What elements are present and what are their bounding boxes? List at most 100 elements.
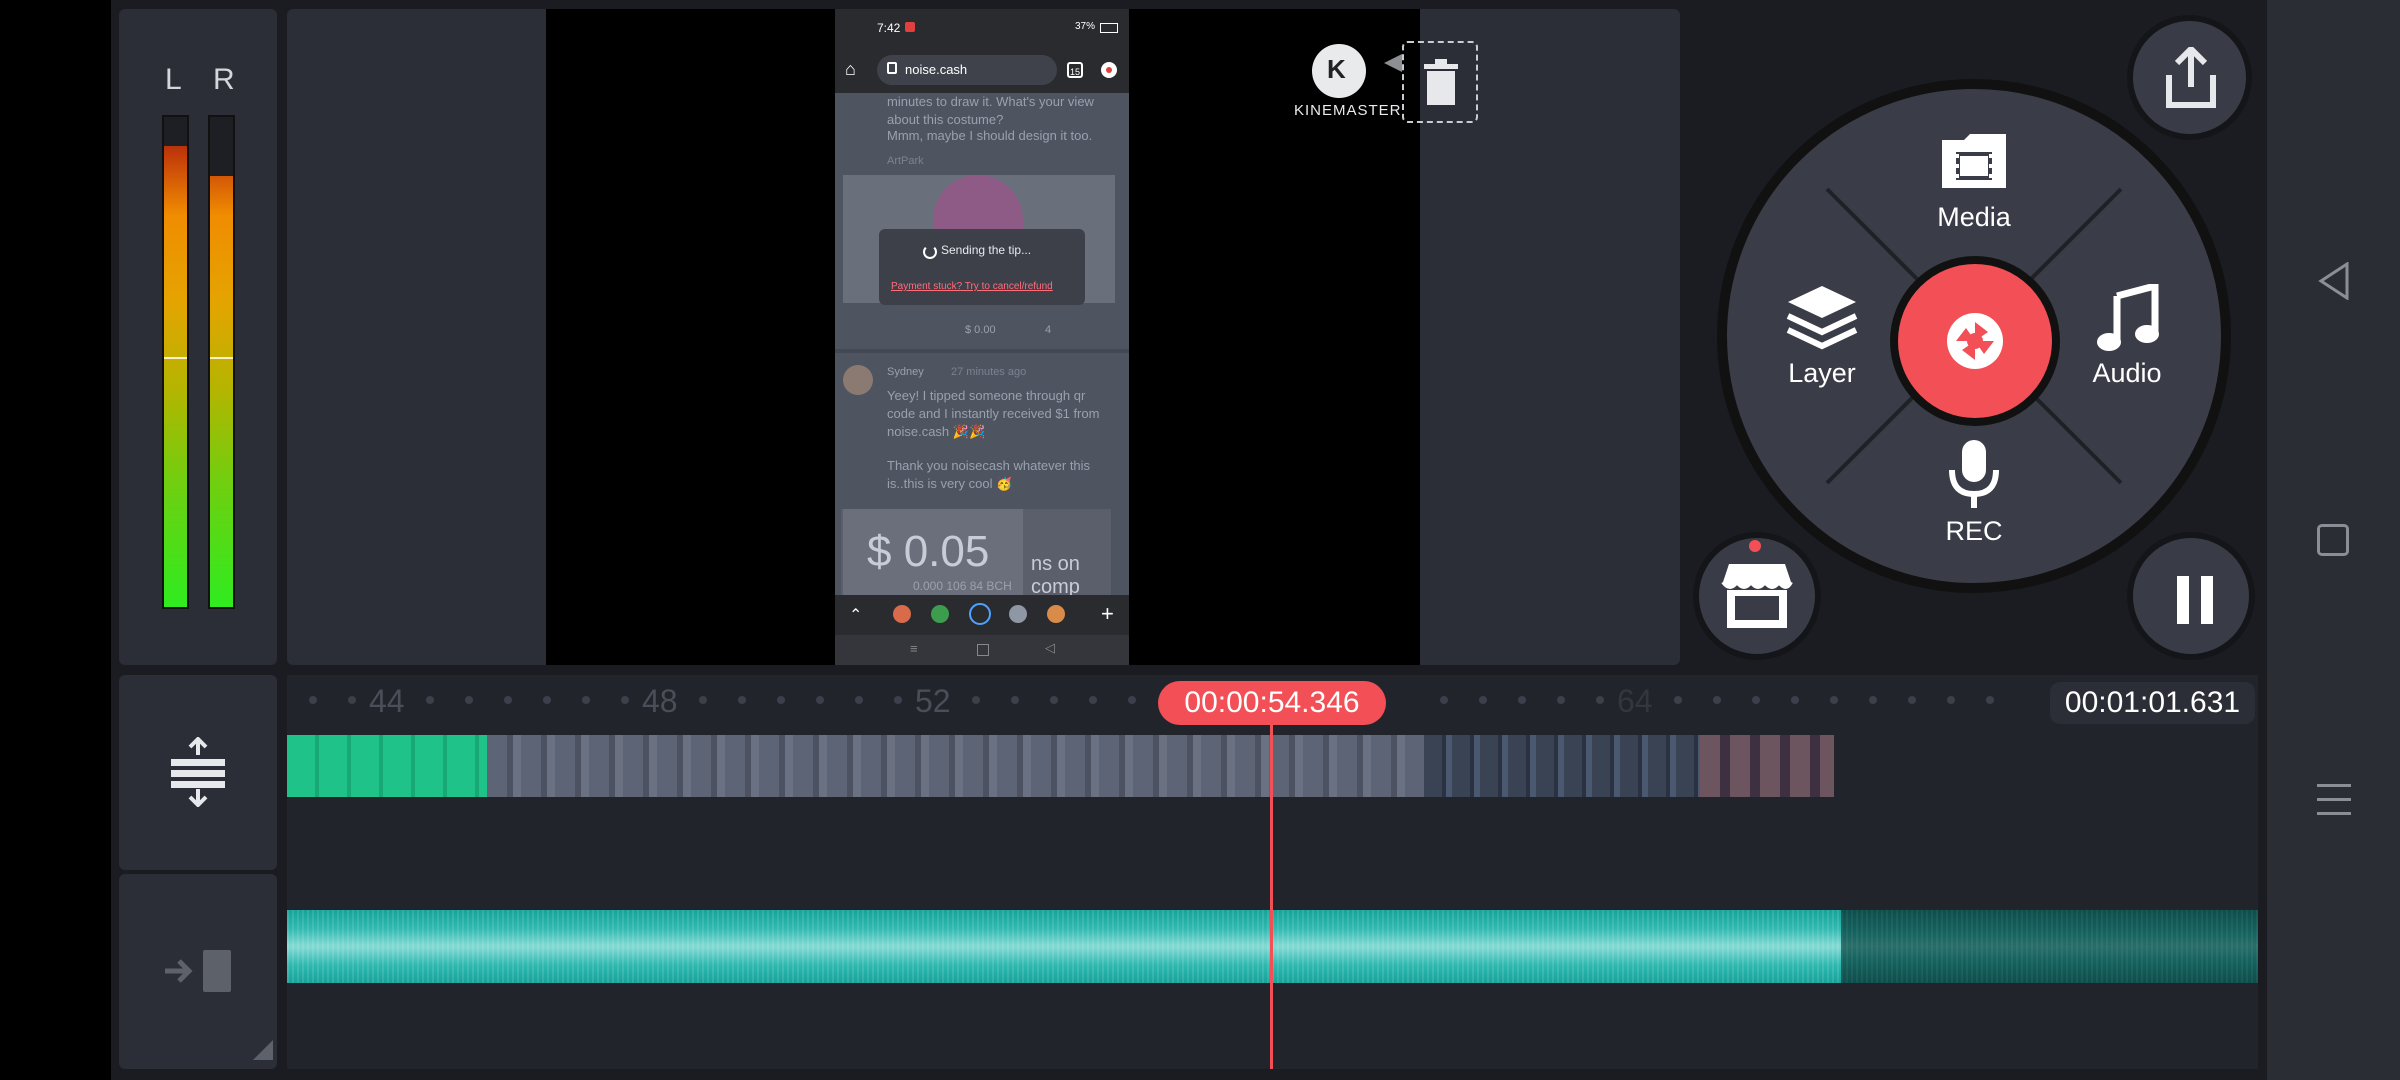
nav-home-icon[interactable] xyxy=(2317,524,2349,556)
meter-right-mask xyxy=(210,117,233,176)
media-button[interactable]: Media xyxy=(1914,128,2034,238)
ruler-tick xyxy=(1713,696,1721,704)
camera-shutter-icon xyxy=(1947,313,2003,369)
ruler-tick xyxy=(1011,696,1019,704)
video-clip-4[interactable] xyxy=(1700,735,1834,797)
ruler-tick xyxy=(1479,696,1487,704)
tab-count: 15 xyxy=(1067,62,1083,78)
current-time: 00:00:54.346 xyxy=(1158,681,1386,725)
ruler-tick xyxy=(816,696,824,704)
phone-menu-icon: ≡ xyxy=(910,641,918,656)
ruler-tick xyxy=(738,696,746,704)
ruler-tick xyxy=(582,696,590,704)
comment-avatar xyxy=(843,365,873,395)
comment-author: Sydney xyxy=(887,366,924,378)
meter-left-label: L xyxy=(165,63,182,96)
ruler-tick xyxy=(1752,696,1760,704)
meter-right-bar xyxy=(208,115,235,609)
audio-clip-tail[interactable] xyxy=(1841,910,2258,983)
ruler-tick xyxy=(972,696,980,704)
ruler-tick xyxy=(1947,696,1955,704)
app-icon-1 xyxy=(893,605,911,623)
pause-button[interactable] xyxy=(2127,532,2255,660)
ruler-tick xyxy=(1869,696,1877,704)
layers-icon xyxy=(1786,286,1858,350)
lock-icon xyxy=(887,62,897,74)
delete-drop-zone[interactable] xyxy=(1402,41,1478,123)
ruler-tick xyxy=(1986,696,1994,704)
divider xyxy=(835,349,1129,353)
phone-home-icon xyxy=(977,644,989,656)
meter-right-marker xyxy=(210,357,233,359)
trash-icon xyxy=(1424,59,1458,105)
delete-pointer xyxy=(1384,54,1402,72)
ruler-tick xyxy=(348,696,356,704)
video-clip-2[interactable] xyxy=(487,735,1424,797)
audio-meter-panel: L R xyxy=(119,9,277,665)
jump-to-track-icon xyxy=(165,950,231,992)
media-label: Media xyxy=(1937,202,2011,232)
track-height-panel[interactable] xyxy=(119,675,277,870)
system-navigation-bar xyxy=(2267,0,2400,1080)
ruler-label: 44 xyxy=(369,683,405,719)
phone-nav-bar: ≡ ◁ xyxy=(835,635,1129,665)
media-folder-icon xyxy=(1942,134,2006,188)
meter-right-label: R xyxy=(213,63,235,96)
ruler-tick xyxy=(1830,696,1838,704)
ruler-tick xyxy=(543,696,551,704)
ruler-tick xyxy=(1518,696,1526,704)
app-icon-5 xyxy=(1047,605,1065,623)
resize-corner-icon[interactable] xyxy=(253,1040,273,1060)
playhead-line[interactable] xyxy=(1270,718,1273,1069)
tip-amount: $ 0.05 xyxy=(867,527,990,576)
capture-button[interactable] xyxy=(1890,256,2060,426)
app-icon-3 xyxy=(969,603,991,625)
ruler-tick xyxy=(855,696,863,704)
url-bar: noise.cash xyxy=(877,55,1057,85)
dialog-title: Sending the tip... xyxy=(941,243,1032,257)
comment-time: 27 minutes ago xyxy=(951,366,1027,378)
track-jump-panel[interactable] xyxy=(119,874,277,1069)
meter-left-mask xyxy=(164,117,187,146)
ruler-label: 52 xyxy=(915,683,951,719)
nav-recents-icon[interactable] xyxy=(2315,780,2353,818)
battery-icon xyxy=(1100,23,1118,33)
video-clip-1[interactable] xyxy=(287,735,487,797)
layer-label: Layer xyxy=(1788,358,1856,388)
ruler-tick xyxy=(1440,696,1448,704)
audio-clip[interactable] xyxy=(287,910,1841,983)
plus-icon: + xyxy=(1101,601,1114,626)
rec-label: REC xyxy=(1945,516,2003,546)
video-clip-3[interactable] xyxy=(1424,735,1700,797)
post-text-2: Mmm, maybe I should design it too. xyxy=(887,128,1093,143)
ruler-tick xyxy=(1050,696,1058,704)
post-tag: ArtPark xyxy=(887,155,924,167)
store-notification-dot xyxy=(1749,540,1761,552)
post-text-1: minutes to draw it. What's your view abo… xyxy=(887,94,1094,127)
comment-text-2: Thank you noisecash whatever this is..th… xyxy=(887,458,1091,491)
browser-menu-icon xyxy=(1101,62,1117,78)
audio-label: Audio xyxy=(2092,358,2162,388)
meter-left-marker xyxy=(164,357,187,359)
ruler-tick xyxy=(699,696,707,704)
ruler-tick xyxy=(504,696,512,704)
spinner-icon xyxy=(923,245,937,259)
phone-back-icon: ◁ xyxy=(1045,640,1055,655)
dialog-link: Payment stuck? Try to cancel/refund xyxy=(891,281,1053,292)
music-note-icon xyxy=(2097,284,2159,351)
meter-left-bar xyxy=(162,115,189,609)
chevron-up-icon: ⌃ xyxy=(849,607,863,624)
ruler-tick xyxy=(1596,696,1604,704)
ruler-label: 48 xyxy=(642,683,678,719)
ruler-tick xyxy=(1908,696,1916,704)
audio-button[interactable]: Audio xyxy=(2067,284,2187,394)
comment-text-1: Yeey! I tipped someone through qr code a… xyxy=(887,388,1100,439)
ruler-tick xyxy=(1674,696,1682,704)
track-expand-icon xyxy=(171,737,225,807)
notification-icon xyxy=(905,22,915,32)
rec-button[interactable]: REC xyxy=(1914,436,2034,546)
app-icon-4 xyxy=(1009,605,1027,623)
nav-back-icon[interactable] xyxy=(2317,262,2351,300)
browser-toolbar: ⌂ noise.cash 15 xyxy=(835,49,1129,93)
layer-button[interactable]: Layer xyxy=(1762,284,1882,394)
